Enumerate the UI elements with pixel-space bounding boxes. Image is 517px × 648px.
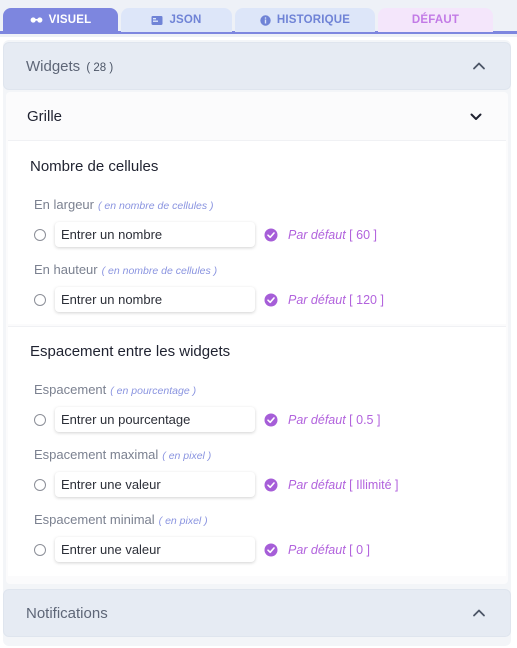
- width-default: Par défaut [ 60 ]: [288, 228, 377, 242]
- chevron-down-icon[interactable]: [467, 108, 485, 126]
- height-default-value: [ 120 ]: [349, 293, 384, 307]
- width-input[interactable]: [55, 222, 255, 247]
- width-label: En largeur: [34, 197, 94, 212]
- spacing-default-label: Par défaut: [288, 413, 346, 427]
- spacing-min-hint: ( en pixel ): [158, 515, 208, 527]
- notifications-title: Notifications: [26, 605, 108, 622]
- check-circle-icon: [264, 228, 278, 242]
- spacing-radio[interactable]: [34, 414, 46, 426]
- spacing-hint: ( en pourcentage ): [110, 385, 197, 397]
- spacing-min-radio[interactable]: [34, 544, 46, 556]
- spacing-min-label: Espacement minimal: [34, 512, 155, 527]
- chevron-up-icon[interactable]: [470, 604, 488, 622]
- height-label: En hauteur: [34, 262, 98, 277]
- spacing-max-label: Espacement maximal: [34, 447, 159, 462]
- chevron-up-icon[interactable]: [470, 57, 488, 75]
- height-hint: ( en nombre de cellules ): [101, 265, 218, 277]
- widgets-count: ( 28 ): [86, 62, 114, 74]
- check-circle-icon: [264, 543, 278, 557]
- check-circle-icon: [264, 293, 278, 307]
- height-default-label: Par défaut: [288, 293, 346, 307]
- width-hint: ( en nombre de cellules ): [97, 200, 214, 212]
- tab-historique-label: HISTORIQUE: [276, 14, 351, 26]
- height-default: Par défaut [ 120 ]: [288, 293, 384, 307]
- spacing-max-hint: ( en pixel ): [162, 450, 212, 462]
- tab-visuel[interactable]: VISUEL: [3, 8, 118, 32]
- width-radio[interactable]: [34, 229, 46, 241]
- spacing-label: Espacement: [34, 382, 107, 397]
- tab-defaut[interactable]: DÉFAUT: [378, 8, 493, 32]
- check-circle-icon: [264, 478, 278, 492]
- spacing-default-value: [ 0.5 ]: [349, 413, 381, 427]
- tab-json-label: JSON: [169, 14, 202, 26]
- field-label-width: En largeur( en nombre de cellules ): [34, 197, 214, 212]
- spacing-min-default-label: Par défaut: [288, 543, 346, 557]
- check-circle-icon: [264, 413, 278, 427]
- field-label-spacing-max: Espacement maximal( en pixel ): [34, 447, 211, 462]
- field-label-spacing: Espacement( en pourcentage ): [34, 382, 196, 397]
- notifications-section-header[interactable]: Notifications: [3, 589, 511, 637]
- tab-bar: VISUEL JSON HISTORIQUE DÉFAUT: [0, 0, 517, 37]
- spacing-max-default-value: [ Illimité ]: [349, 478, 399, 492]
- spacing-min-default-value: [ 0 ]: [349, 543, 371, 557]
- spacing-max-default-label: Par défaut: [288, 478, 346, 492]
- cells-title: Nombre de cellules: [30, 158, 159, 175]
- spacing-min-input[interactable]: [55, 537, 255, 562]
- widgets-section-header[interactable]: Widgets ( 28 ): [3, 42, 511, 90]
- height-radio[interactable]: [34, 294, 46, 306]
- tab-historique[interactable]: HISTORIQUE: [235, 8, 375, 32]
- spacing-min-default: Par défaut [ 0 ]: [288, 543, 370, 557]
- tab-defaut-label: DÉFAUT: [411, 14, 460, 26]
- width-default-value: [ 60 ]: [349, 228, 377, 242]
- info-icon: [260, 14, 271, 26]
- spacing-title: Espacement entre les widgets: [30, 343, 231, 360]
- spacing-default: Par défaut [ 0.5 ]: [288, 413, 380, 427]
- spacing-max-default: Par défaut [ Illimité ]: [288, 478, 398, 492]
- spacing-max-radio[interactable]: [34, 479, 46, 491]
- tab-json[interactable]: JSON: [121, 8, 232, 32]
- code-block-icon: [151, 15, 163, 25]
- field-label-height: En hauteur( en nombre de cellules ): [34, 262, 217, 277]
- widgets-title-wrap: Widgets ( 28 ): [26, 58, 113, 75]
- widgets-title: Widgets: [26, 58, 81, 75]
- height-input[interactable]: [55, 287, 255, 312]
- grid-title: Grille: [27, 108, 63, 125]
- field-label-spacing-min: Espacement minimal( en pixel ): [34, 512, 208, 527]
- spacing-input[interactable]: [55, 407, 255, 432]
- glasses-icon: [30, 17, 43, 23]
- spacing-max-input[interactable]: [55, 472, 255, 497]
- width-default-label: Par défaut: [288, 228, 346, 242]
- tab-visuel-label: VISUEL: [48, 14, 92, 26]
